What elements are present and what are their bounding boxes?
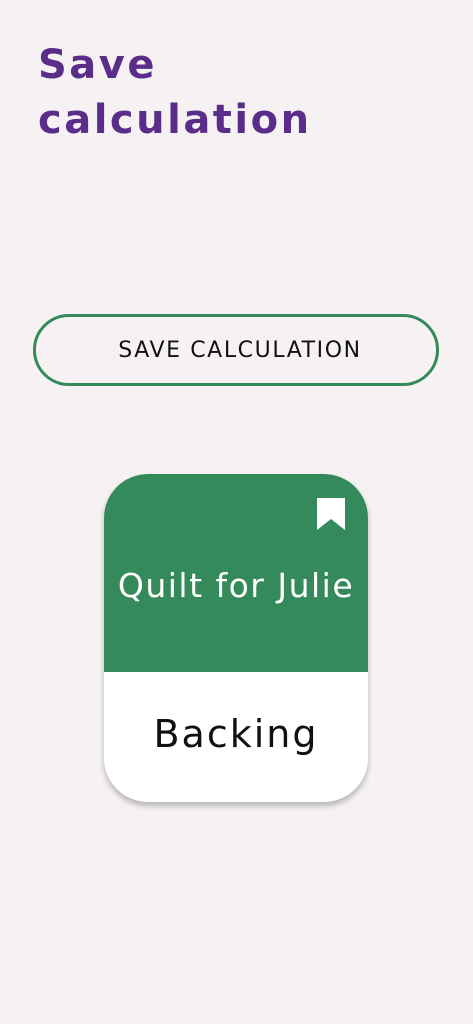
calculation-card[interactable]: Quilt for Julie Backing (104, 474, 368, 802)
card-subtitle: Backing (153, 712, 319, 756)
card-header: Quilt for Julie (104, 474, 368, 672)
save-calculation-button[interactable]: SAVE CALCULATION (33, 314, 439, 386)
bookmark-icon[interactable] (316, 498, 346, 530)
page-title: Save calculation (38, 42, 312, 143)
card-footer: Backing (104, 672, 368, 802)
card-title: Quilt for Julie (117, 566, 355, 605)
save-calculation-label: SAVE CALCULATION (118, 337, 362, 363)
